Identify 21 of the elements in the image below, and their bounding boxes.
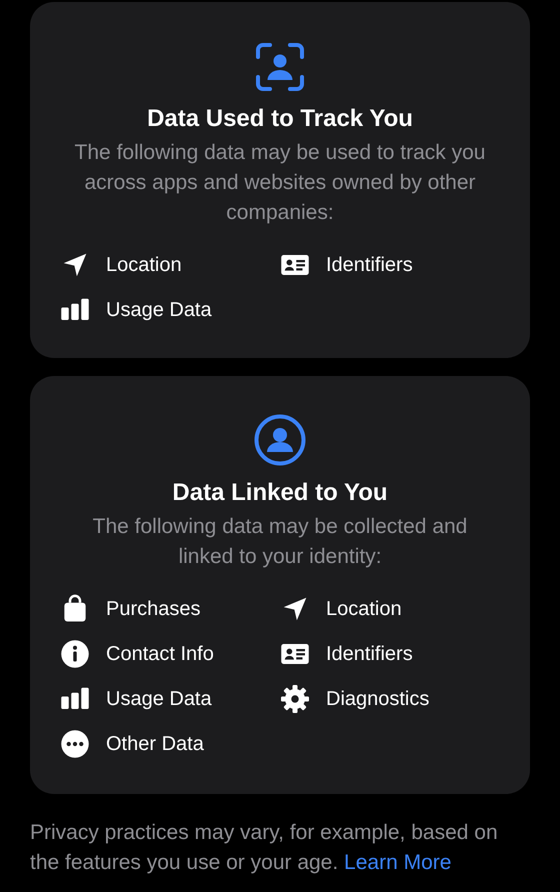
data-type-label: Location (326, 597, 402, 622)
data-type-label: Identifiers (326, 253, 413, 278)
more-icon (60, 729, 90, 759)
gear-icon (280, 684, 310, 714)
info-icon (60, 639, 90, 669)
person-circle-icon (254, 414, 306, 466)
card-title: Data Used to Track You (147, 104, 413, 134)
person-scan-icon (255, 42, 305, 92)
data-type-label: Location (106, 253, 182, 278)
data-type-label: Diagnostics (326, 687, 430, 712)
data-type-label: Purchases (106, 597, 200, 622)
privacy-note: Privacy practices may vary, for example, based on the features you use or your age. Learn More (30, 820, 499, 876)
data-type-label: Contact Info (106, 642, 214, 667)
data-type-label: Other Data (106, 732, 204, 757)
card-title: Data Linked to You (172, 478, 388, 508)
data-type-label: Usage Data (106, 298, 212, 323)
learn-more-link[interactable]: Learn More (344, 851, 452, 874)
data-type-label: Identifiers (326, 642, 413, 667)
card-description: The following data may be collected and linked to your identity: (92, 514, 468, 570)
data-type-label: Usage Data (106, 687, 212, 712)
card-description: The following data may be used to track you across apps and websites owned by other companies: (74, 140, 486, 226)
